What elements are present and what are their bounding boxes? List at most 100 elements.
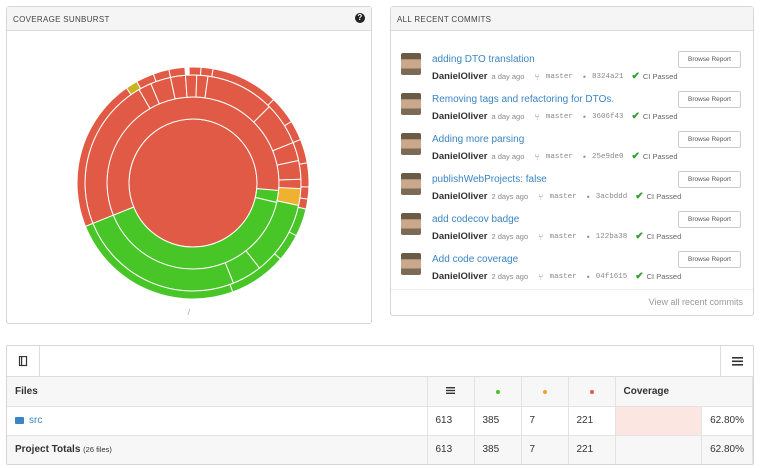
partials-column-header[interactable] [521, 377, 569, 407]
commit-message-link[interactable]: Adding more parsing [432, 134, 524, 145]
files-column-header[interactable]: Files [7, 377, 428, 407]
coverage-column-header[interactable]: Coverage [615, 377, 753, 407]
totals-coverage-cell: 62.80% [701, 435, 753, 464]
author-avatar[interactable] [401, 253, 421, 275]
author-avatar[interactable] [401, 173, 421, 195]
commit-branch: master [549, 192, 577, 201]
folder-link[interactable]: src [29, 415, 42, 426]
file-name-cell[interactable]: src [7, 406, 428, 436]
check-icon: ✔ [631, 71, 640, 82]
file-tree-toggle[interactable] [7, 346, 40, 376]
view-all-commits-link[interactable]: View all recent commits [649, 297, 743, 307]
commit-sha[interactable]: 122ba38 [596, 233, 628, 241]
ci-status: CI Passed [642, 112, 678, 121]
totals-misses-cell: 221 [568, 435, 616, 464]
commit-author[interactable]: DanielOliver [432, 231, 487, 242]
commit-author[interactable]: DanielOliver [432, 151, 487, 162]
commit-meta: DanielOliver 2 days ago ⑂ master • 04f1615 ✔ CI… [432, 271, 681, 282]
sunburst-segment[interactable] [168, 66, 186, 78]
sunburst-title: COVERAGE SUNBURST [13, 15, 110, 24]
branch-icon: ⑂ [538, 191, 544, 202]
lines-cell: 613 [427, 406, 475, 436]
commit-branch: master [545, 112, 573, 121]
table-row[interactable]: src 613 385 7 221 62.80% [7, 406, 753, 436]
ci-status: CI Passed [646, 272, 682, 281]
totals-file-count: (26 files) [83, 445, 112, 454]
commit-icon: • [582, 71, 586, 82]
sunburst-path-caption: / [187, 307, 191, 317]
commits-header: ALL RECENT COMMITS [391, 7, 753, 31]
commit-icon: • [582, 111, 586, 122]
sunburst-segment[interactable] [188, 66, 202, 76]
commit-sha[interactable]: 3acbddd [596, 193, 628, 201]
commit-sha[interactable]: 8324a21 [592, 73, 624, 81]
misses-dot-icon [589, 390, 594, 395]
commit-message-link[interactable]: add codecov badge [432, 214, 519, 225]
table-toolbar [7, 346, 753, 377]
commit-time: 2 days ago [491, 232, 529, 241]
commit-message-link[interactable]: Add code coverage [432, 254, 518, 265]
commit-sha[interactable]: 25e9de0 [592, 153, 624, 161]
misses-column-header[interactable] [568, 377, 616, 407]
ci-status: CI Passed [646, 192, 682, 201]
browse-report-button[interactable]: Browse Report [678, 91, 741, 108]
help-icon[interactable]: ? [355, 13, 365, 23]
commit-time: a day ago [491, 152, 525, 161]
commit-icon: • [582, 151, 586, 162]
lines-column-header[interactable] [427, 377, 475, 407]
sunburst-segment[interactable] [200, 66, 214, 78]
totals-label: Project Totals [15, 444, 81, 455]
commit-row: add codecov badge DanielOliver 2 days ago ⑂… [391, 207, 753, 247]
table-header-row: Files Coverage [7, 377, 753, 407]
sunburst-chart[interactable] [7, 31, 371, 306]
author-avatar[interactable] [401, 213, 421, 235]
sunburst-segment[interactable] [299, 186, 310, 200]
browse-report-button[interactable]: Browse Report [678, 171, 741, 188]
commit-branch: master [549, 272, 577, 281]
commit-row: Adding more parsing DanielOliver a day ago… [391, 127, 753, 167]
ci-status: CI Passed [642, 72, 678, 81]
browse-report-button[interactable]: Browse Report [678, 211, 741, 228]
browse-report-button[interactable]: Browse Report [678, 51, 741, 68]
coverage-sunburst-panel: COVERAGE SUNBURST ? / [6, 6, 372, 324]
author-avatar[interactable] [401, 53, 421, 75]
hits-column-header[interactable] [474, 377, 522, 407]
branch-icon: ⑂ [534, 111, 540, 122]
commit-sha[interactable]: 3606f43 [592, 113, 624, 121]
commit-author[interactable]: DanielOliver [432, 271, 487, 282]
ci-status: CI Passed [642, 152, 678, 161]
commit-author[interactable]: DanielOliver [432, 191, 487, 202]
commit-time: a day ago [491, 72, 525, 81]
branch-icon: ⑂ [534, 151, 540, 162]
sunburst-segment[interactable] [298, 162, 310, 188]
branch-icon: ⑂ [538, 231, 544, 242]
commit-sha[interactable]: 04f1615 [596, 273, 628, 281]
commit-message-link[interactable]: adding DTO translation [432, 54, 535, 65]
commit-author[interactable]: DanielOliver [432, 71, 487, 82]
commit-message-link[interactable]: Removing tags and refactoring for DTOs. [432, 94, 614, 105]
folder-icon [15, 417, 24, 424]
commit-icon: • [586, 271, 590, 282]
sunburst-segment[interactable] [184, 74, 198, 98]
sunburst-header: COVERAGE SUNBURST ? [7, 7, 371, 31]
divider [391, 289, 753, 290]
author-avatar[interactable] [401, 133, 421, 155]
browse-report-button[interactable]: Browse Report [678, 131, 741, 148]
hits-dot-icon [495, 390, 500, 395]
list-view-toggle[interactable] [720, 346, 753, 376]
coverage-cell: 62.80% [701, 406, 753, 436]
files-table: Files Coverage src 613 385 7 221 62.80% … [7, 377, 753, 464]
check-icon: ✔ [631, 111, 640, 122]
sunburst-root-segment[interactable] [128, 118, 258, 248]
commit-author[interactable]: DanielOliver [432, 111, 487, 122]
check-icon: ✔ [631, 151, 640, 162]
browse-report-button[interactable]: Browse Report [678, 251, 741, 268]
commit-meta: DanielOliver a day ago ⑂ master • 3606f43 ✔ CI … [432, 111, 678, 122]
commits-title: ALL RECENT COMMITS [397, 15, 492, 24]
commit-message-link[interactable]: publishWebProjects: false [432, 174, 547, 185]
commit-meta: DanielOliver a day ago ⑂ master • 8324a21 ✔ CI … [432, 71, 678, 82]
branch-icon: ⑂ [538, 271, 544, 282]
commit-time: 2 days ago [491, 192, 529, 201]
author-avatar[interactable] [401, 93, 421, 115]
check-icon: ✔ [635, 231, 644, 242]
